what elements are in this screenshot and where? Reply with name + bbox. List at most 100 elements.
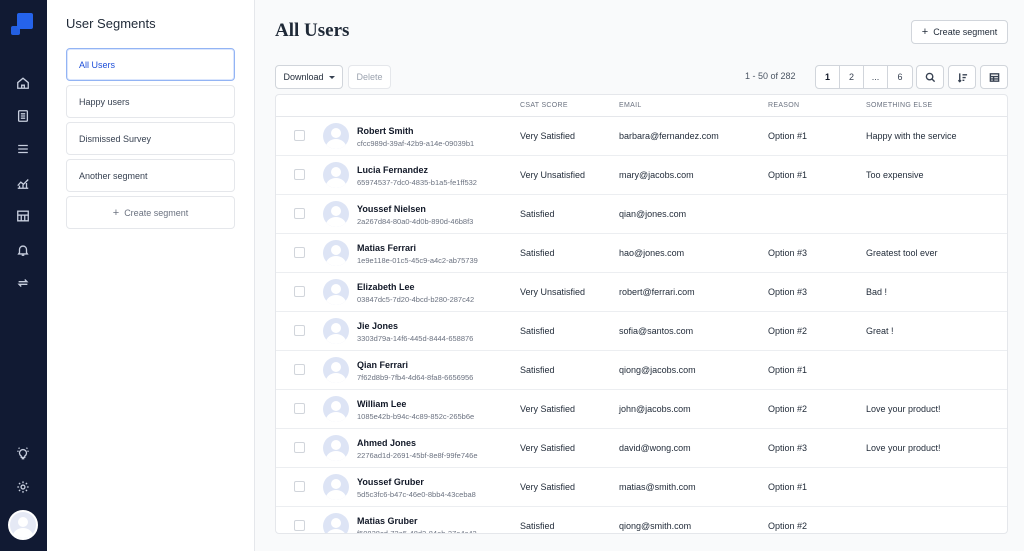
row-checkbox[interactable]: [294, 169, 305, 180]
home-icon[interactable]: [13, 73, 33, 93]
row-checkbox[interactable]: [294, 520, 305, 531]
email: david@wong.com: [619, 443, 691, 453]
csat-score: Satisfied: [520, 326, 555, 336]
user-name[interactable]: Youssef Gruber: [357, 477, 424, 487]
reason: Option #3: [768, 248, 808, 258]
document-icon[interactable]: [13, 106, 33, 126]
email: john@jacobs.com: [619, 404, 691, 414]
email: qian@jones.com: [619, 209, 687, 219]
row-checkbox[interactable]: [294, 130, 305, 141]
segment-label: Happy users: [79, 96, 130, 107]
analytics-icon[interactable]: [13, 173, 33, 193]
email: matias@smith.com: [619, 482, 696, 492]
sort-button[interactable]: [948, 65, 976, 89]
user-name[interactable]: Elizabeth Lee: [357, 282, 415, 292]
row-checkbox[interactable]: [294, 403, 305, 414]
columns-button[interactable]: [980, 65, 1008, 89]
user-name[interactable]: Robert Smith: [357, 126, 414, 136]
segment-dismissed-survey[interactable]: Dismissed Survey: [66, 122, 235, 155]
segment-label: All Users: [79, 59, 116, 70]
plus-icon: +: [921, 26, 929, 38]
segment-label: Another segment: [79, 170, 148, 181]
row-checkbox[interactable]: [294, 442, 305, 453]
user-name[interactable]: Ahmed Jones: [357, 438, 416, 448]
sort-icon: [957, 72, 967, 83]
user-id: 1e9e118e-01c5-45c9-a4c2-ab75739: [357, 256, 478, 265]
avatar: [323, 396, 349, 422]
table-row[interactable]: Lucia Fernandez 65974537-7dc0-4835-b1a5-f…: [276, 156, 1007, 195]
brand-logo[interactable]: [11, 13, 33, 35]
page-ellipsis[interactable]: ...: [864, 66, 888, 88]
column-csat-score[interactable]: CSAT SCORE: [520, 102, 568, 109]
something-else: Love your product!: [866, 404, 941, 414]
icon-rail: [0, 0, 47, 551]
lightbulb-icon[interactable]: [13, 443, 33, 463]
reason: Option #1: [768, 365, 808, 375]
row-checkbox[interactable]: [294, 325, 305, 336]
avatar: [323, 162, 349, 188]
segment-all-users[interactable]: All Users: [66, 48, 235, 81]
page-button-1[interactable]: 1: [816, 66, 840, 88]
bell-icon[interactable]: [13, 240, 33, 260]
gear-icon[interactable]: [13, 477, 33, 497]
csat-score: Very Unsatisfied: [520, 170, 586, 180]
table-row[interactable]: Matias Ferrari 1e9e118e-01c5-45c9-a4c2-ab…: [276, 234, 1007, 273]
create-segment-panel-button[interactable]: + Create segment: [66, 196, 235, 229]
email: barbara@fernandez.com: [619, 131, 719, 141]
row-checkbox[interactable]: [294, 286, 305, 297]
table-row[interactable]: Robert Smith cfcc989d-39af-42b9-a14e-0903…: [276, 117, 1007, 156]
table-row[interactable]: Youssef Gruber 5d5c3fc6-b47c-46e0-8bb4-43…: [276, 468, 1007, 507]
download-label: Download: [283, 72, 324, 82]
user-id: 7f62d8b9-7fb4-4d64-8fa8-6656956: [357, 373, 474, 382]
row-checkbox[interactable]: [294, 247, 305, 258]
avatar: [323, 201, 349, 227]
table-row[interactable]: Youssef Nielsen 2a267d84-80a0-4d0b-890d-4…: [276, 195, 1007, 234]
avatar: [323, 474, 349, 500]
user-name[interactable]: Qian Ferrari: [357, 360, 408, 370]
column-email[interactable]: EMAIL: [619, 102, 642, 109]
table-row[interactable]: Jie Jones 3303d79a-14f6-445d-8444-658876 S…: [276, 312, 1007, 351]
segment-happy-users[interactable]: Happy users: [66, 85, 235, 118]
csat-score: Very Satisfied: [520, 131, 576, 141]
user-name[interactable]: Youssef Nielsen: [357, 204, 426, 214]
user-id: 3303d79a-14f6-445d-8444-658876: [357, 334, 474, 343]
search-button[interactable]: [916, 65, 944, 89]
create-segment-button[interactable]: + Create segment: [911, 20, 1008, 44]
avatar: [323, 357, 349, 383]
page-button-6[interactable]: 6: [888, 66, 912, 88]
table-row[interactable]: Qian Ferrari 7f62d8b9-7fb4-4d64-8fa8-6656…: [276, 351, 1007, 390]
table-row[interactable]: Elizabeth Lee 03847dc5-7d20-4bcd-b280-287…: [276, 273, 1007, 312]
something-else: Happy with the service: [866, 131, 957, 141]
user-name[interactable]: William Lee: [357, 399, 406, 409]
page-button-2[interactable]: 2: [840, 66, 864, 88]
reason: Option #3: [768, 287, 808, 297]
column-something-else[interactable]: SOMETHING ELSE: [866, 102, 932, 109]
create-segment-label: Create segment: [124, 207, 189, 218]
table-row[interactable]: William Lee 1085e42b-b94c-4c89-852c-265b6…: [276, 390, 1007, 429]
column-reason[interactable]: REASON: [768, 102, 799, 109]
user-name[interactable]: Matias Gruber: [357, 516, 418, 526]
user-id: 1085e42b-b94c-4c89-852c-265b6e: [357, 412, 475, 421]
table-row[interactable]: Ahmed Jones 2276ad1d-2691-45bf-8e8f-99fe7…: [276, 429, 1007, 468]
csat-score: Very Satisfied: [520, 443, 576, 453]
segments-icon[interactable]: [13, 206, 33, 226]
row-checkbox[interactable]: [294, 364, 305, 375]
user-id: 2276ad1d-2691-45bf-8e8f-99fe746e: [357, 451, 478, 460]
row-checkbox[interactable]: [294, 208, 305, 219]
segment-another[interactable]: Another segment: [66, 159, 235, 192]
something-else: Bad !: [866, 287, 888, 297]
user-name[interactable]: Matias Ferrari: [357, 243, 416, 253]
list-icon[interactable]: [13, 139, 33, 159]
avatar: [323, 318, 349, 344]
download-button[interactable]: Download: [275, 65, 343, 89]
something-else: Too expensive: [866, 170, 924, 180]
delete-button[interactable]: Delete: [348, 65, 391, 89]
user-id: cfcc989d-39af-42b9-a14e-09039b1: [357, 139, 475, 148]
table-row[interactable]: Matias Gruber f50828cd-72a5-48d2-84ab-27a…: [276, 507, 1007, 533]
sync-icon[interactable]: [13, 273, 33, 293]
user-avatar[interactable]: [8, 510, 38, 540]
user-name[interactable]: Lucia Fernandez: [357, 165, 428, 175]
user-name[interactable]: Jie Jones: [357, 321, 398, 331]
something-else: Love your product!: [866, 443, 941, 453]
row-checkbox[interactable]: [294, 481, 305, 492]
